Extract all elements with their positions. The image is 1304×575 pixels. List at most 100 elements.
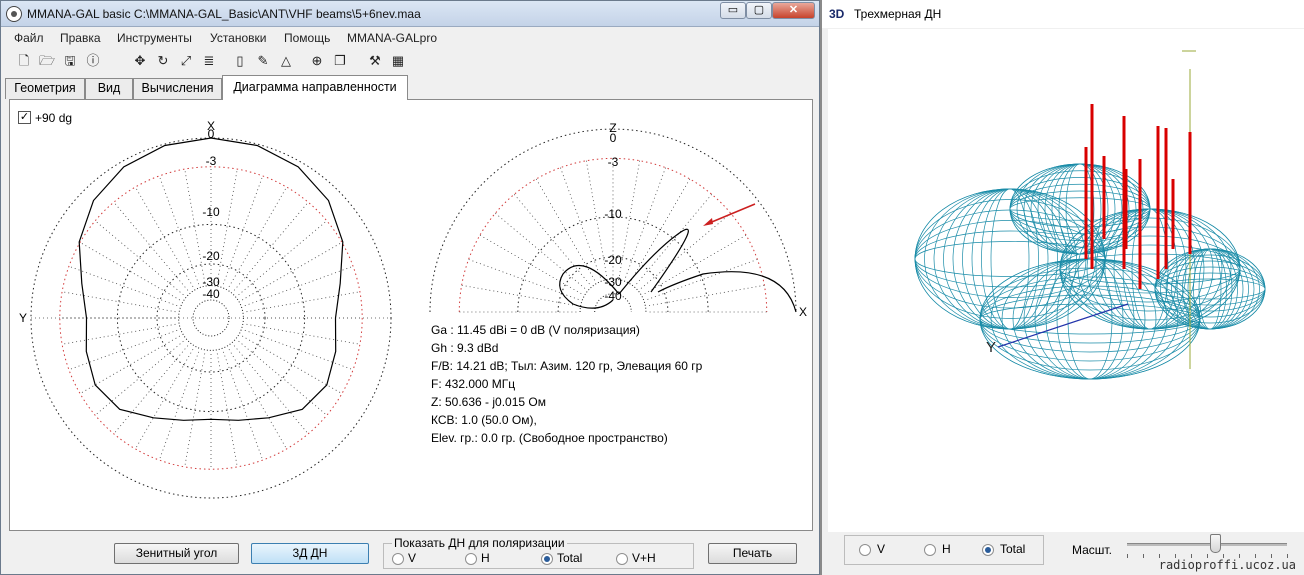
az-ring-label: -3 — [206, 154, 217, 168]
save-icon[interactable]: 🖫 — [61, 52, 79, 70]
plus90-label: +90 dg — [35, 111, 73, 125]
az-spoke — [228, 348, 287, 450]
3d-radio-total-label: Total — [1000, 542, 1026, 556]
radio-vh[interactable] — [616, 553, 628, 565]
slider-tick — [1127, 554, 1128, 558]
info-freq: F: 432.000 МГц — [431, 377, 516, 391]
layers-icon[interactable]: ≣ — [200, 52, 218, 70]
az-spoke — [222, 351, 264, 461]
info-fb: F/B: 14.21 dB; Тыл: Азим. 120 гр, Элевац… — [431, 359, 703, 373]
menu-settings[interactable]: Установки — [210, 31, 266, 45]
az-spoke — [113, 201, 189, 291]
az-spoke — [238, 220, 328, 296]
radio-total[interactable] — [541, 553, 553, 565]
3d-pattern-button[interactable]: 3Д ДН — [251, 543, 369, 564]
el-arrow-line — [706, 203, 756, 225]
close-button[interactable]: ✕ — [772, 2, 815, 19]
el-ring-label: 0 — [610, 131, 617, 145]
y-axis-label: Y — [986, 339, 996, 356]
new-file-icon[interactable]: 🗋 — [15, 52, 33, 70]
el-spoke — [625, 167, 666, 278]
menu-tools[interactable]: Инструменты — [117, 31, 192, 45]
el-ring-label: -10 — [604, 207, 622, 221]
plus90-checkbox[interactable]: ✓ — [18, 111, 31, 124]
el-spoke — [618, 160, 641, 277]
az-spoke — [246, 323, 360, 345]
target-icon[interactable]: ⊕ — [308, 52, 326, 70]
tab-geometry[interactable]: Геометрия — [5, 78, 85, 99]
el-spoke — [560, 167, 601, 278]
move-icon[interactable]: ✥ — [131, 52, 149, 70]
el-spoke — [647, 259, 758, 300]
tools-icon[interactable]: ⚒ — [366, 52, 384, 70]
title-bar: MMANA-GAL basic C:\MMANA-GAL_Basic\ANT\V… — [1, 1, 819, 27]
az-ring-label: 0 — [208, 127, 215, 141]
az-label-y: Y — [19, 311, 27, 325]
info-ga: Ga : 11.45 dBi = 0 dB (V поляризация) — [431, 323, 640, 337]
3d-icon: 3D — [829, 7, 845, 21]
scale-slider-track[interactable] — [1127, 543, 1287, 546]
el-spoke — [494, 212, 586, 289]
info-block: Ga : 11.45 dBi = 0 dB (V поляризация) Gh… — [431, 321, 702, 447]
open-folder-icon[interactable]: 🗁 — [38, 52, 56, 70]
minimize-button[interactable]: ▭ — [720, 2, 746, 19]
stretch-icon[interactable]: ⤢ — [177, 52, 195, 70]
menu-pro[interactable]: MMANA-GALpro — [347, 31, 437, 45]
info-gh: Gh : 9.3 dBd — [431, 341, 499, 355]
rotate-icon[interactable]: ↻ — [154, 52, 172, 70]
az-spoke — [68, 265, 178, 307]
pattern-plots: XY0-3-10-20-30-40ZX0-3-10-20-30-40 — [19, 119, 807, 499]
el-spoke — [640, 212, 732, 289]
az-spoke — [62, 323, 176, 345]
3d-radio-v[interactable] — [859, 544, 871, 556]
polarization-group-label: Показать ДН для поляризации — [392, 536, 567, 550]
az-ring-label: -20 — [202, 249, 220, 263]
menu-bar: Файл Правка Инструменты Установки Помощь… — [1, 28, 819, 48]
radio-v[interactable] — [392, 553, 404, 565]
toolbar: 🗋 🗁 🖫 ⓘ ✥ ↻ ⤢ ≣ ▯ ✎ △ ⊕ ❐ ⚒ ▦ — [1, 50, 819, 72]
3d-radio-v-label: V — [877, 542, 886, 556]
el-upper-lobe — [618, 228, 689, 295]
zenith-angle-button[interactable]: Зенитный угол — [114, 543, 239, 564]
az-spoke — [158, 351, 200, 461]
az-spoke — [216, 353, 238, 467]
el-ring-label: -30 — [604, 275, 622, 289]
el-label-x: X — [799, 305, 807, 319]
radio-h[interactable] — [465, 553, 477, 565]
print-button[interactable]: Печать — [708, 543, 797, 564]
3d-canvas[interactable]: Y — [828, 29, 1304, 532]
triangle-icon[interactable]: △ — [277, 52, 295, 70]
y-axis-line — [997, 303, 1129, 348]
page-icon[interactable]: ▯ — [231, 52, 249, 70]
el-ring-label: -40 — [604, 289, 622, 303]
pattern-panel: X Y 0 -3 -10 -20 -30 -40 Z X 0 -3 -10 -20 -30 -40 ✓ +90… — [9, 99, 813, 531]
az-ring-label: -10 — [202, 205, 220, 219]
calculator-icon[interactable]: ▦ — [389, 52, 407, 70]
main-window: MMANA-GAL basic C:\MMANA-GAL_Basic\ANT\V… — [0, 0, 820, 575]
el-spoke — [636, 193, 713, 285]
3d-radio-h[interactable] — [924, 544, 936, 556]
3d-window-title: Трехмерная ДН — [854, 7, 942, 21]
tab-view[interactable]: Вид — [85, 78, 133, 99]
copy-icon[interactable]: ❐ — [331, 52, 349, 70]
scale-slider-thumb[interactable] — [1210, 534, 1221, 553]
radio-v-label: V — [408, 551, 417, 565]
el-ring-label: -3 — [608, 155, 619, 169]
menu-help[interactable]: Помощь — [284, 31, 330, 45]
az-spoke — [228, 186, 287, 288]
menu-file[interactable]: Файл — [14, 31, 44, 45]
radio-h-label: H — [481, 551, 490, 565]
radio-vh-label: V+H — [632, 551, 656, 565]
tab-pattern[interactable]: Диаграмма направленности — [222, 75, 408, 100]
info-swr: КСВ: 1.0 (50.0 Ом), — [431, 413, 537, 427]
3d-pattern-view: Y — [914, 50, 1266, 380]
info-icon[interactable]: ⓘ — [84, 52, 102, 70]
3d-window: 3D Трехмерная ДН Y V H Total Масшт. radi… — [820, 0, 1304, 575]
radio-total-label: Total — [557, 551, 583, 565]
3d-title-bar: 3D Трехмерная ДН — [822, 0, 1304, 28]
tab-calc[interactable]: Вычисления — [133, 78, 222, 99]
pencil-icon[interactable]: ✎ — [254, 52, 272, 70]
3d-radio-total[interactable] — [982, 544, 994, 556]
menu-edit[interactable]: Правка — [60, 31, 101, 45]
maximize-button[interactable]: ▢ — [746, 2, 772, 19]
